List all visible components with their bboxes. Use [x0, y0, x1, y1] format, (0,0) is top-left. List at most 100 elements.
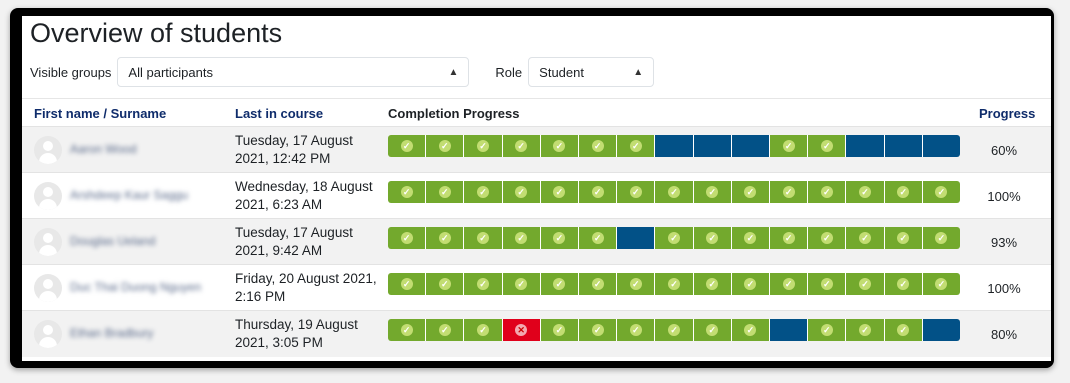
activity-cell-complete[interactable]: ✓ — [617, 273, 656, 295]
visible-groups-select[interactable]: All participants ▲︎ — [117, 57, 470, 87]
activity-cell-complete[interactable]: ✓ — [464, 181, 503, 203]
activity-cell-complete[interactable]: ✓ — [502, 227, 541, 249]
activity-cell-complete[interactable]: ✓ — [770, 135, 809, 157]
activity-cell-complete[interactable]: ✓ — [579, 181, 618, 203]
activity-cell-complete[interactable]: ✓ — [388, 181, 427, 203]
role-select[interactable]: Student ▲︎ — [528, 57, 655, 87]
activity-cell-complete[interactable]: ✓ — [846, 273, 885, 295]
check-icon: ✓ — [400, 278, 413, 290]
activity-cell-complete[interactable]: ✓ — [846, 319, 885, 341]
activity-cell-complete[interactable]: ✓ — [579, 273, 618, 295]
activity-cell-complete[interactable]: ✓ — [464, 319, 503, 341]
activity-cell-complete[interactable]: ✓ — [808, 135, 847, 157]
activity-cell-complete[interactable]: ✓ — [655, 181, 694, 203]
activity-cell-complete[interactable]: ✓ — [426, 181, 465, 203]
activity-cell-complete[interactable]: ✓ — [502, 135, 541, 157]
activity-cell-complete[interactable]: ✓ — [655, 227, 694, 249]
check-icon: ✓ — [935, 278, 948, 290]
activity-cell-complete[interactable]: ✓ — [693, 227, 732, 249]
activity-cell-complete[interactable]: ✓ — [846, 227, 885, 249]
activity-cell-notattempted[interactable] — [617, 227, 656, 249]
student-name-link[interactable]: Aaron Wood — [70, 142, 137, 156]
activity-cell-complete[interactable]: ✓ — [693, 319, 732, 341]
activity-cell-complete[interactable]: ✓ — [846, 181, 885, 203]
activity-cell-complete[interactable]: ✓ — [426, 135, 465, 157]
activity-cell-complete[interactable]: ✓ — [579, 135, 618, 157]
activity-cell-complete[interactable]: ✓ — [617, 319, 656, 341]
activity-cell-complete[interactable]: ✓ — [540, 273, 580, 295]
activity-cell-complete[interactable]: ✓ — [655, 273, 694, 295]
check-icon: ✓ — [744, 278, 757, 290]
activity-cell-complete[interactable]: ✓ — [884, 319, 923, 341]
student-name-link[interactable]: Duc Thai Duong Nguyen — [70, 280, 201, 294]
avatar[interactable] — [34, 228, 62, 256]
activity-cell-notattempted[interactable] — [770, 319, 809, 341]
check-icon: ✓ — [706, 278, 719, 290]
avatar[interactable] — [34, 136, 62, 164]
activity-cell-complete[interactable]: ✓ — [808, 319, 847, 341]
check-icon: ✓ — [744, 232, 757, 244]
activity-cell-complete[interactable]: ✓ — [617, 135, 656, 157]
activity-cell-complete[interactable]: ✓ — [426, 227, 465, 249]
activity-cell-complete[interactable]: ✓ — [579, 319, 618, 341]
student-name-link[interactable]: Arshdeep Kaur Saggu — [70, 188, 188, 202]
activity-cell-complete[interactable]: ✓ — [540, 181, 580, 203]
activity-cell-complete[interactable]: ✓ — [808, 227, 847, 249]
activity-cell-complete[interactable]: ✓ — [884, 227, 923, 249]
activity-cell-complete[interactable]: ✓ — [731, 273, 771, 295]
activity-cell-complete[interactable]: ✓ — [731, 319, 771, 341]
sort-last-course-link[interactable]: Last in course — [235, 106, 323, 121]
activity-cell-notattempted[interactable] — [655, 135, 694, 157]
activity-cell-complete[interactable]: ✓ — [884, 273, 923, 295]
activity-cell-notattempted[interactable] — [693, 135, 732, 157]
activity-cell-complete[interactable]: ✓ — [426, 273, 465, 295]
activity-cell-complete[interactable]: ✓ — [540, 319, 580, 341]
activity-cell-complete[interactable]: ✓ — [922, 227, 960, 249]
activity-cell-complete[interactable]: ✓ — [388, 319, 427, 341]
student-name-link[interactable]: Douglas Ueland — [70, 234, 155, 248]
activity-cell-complete[interactable]: ✓ — [884, 181, 923, 203]
activity-cell-complete[interactable]: ✓ — [464, 135, 503, 157]
check-icon: ✓ — [859, 232, 872, 244]
activity-cell-complete[interactable]: ✓ — [388, 227, 427, 249]
activity-cell-complete[interactable]: ✓ — [693, 181, 732, 203]
avatar[interactable] — [34, 320, 62, 348]
activity-cell-complete[interactable]: ✓ — [502, 181, 541, 203]
check-icon: ✓ — [591, 232, 604, 244]
activity-cell-failed[interactable]: ✕ — [502, 319, 541, 341]
activity-cell-complete[interactable]: ✓ — [540, 227, 580, 249]
activity-cell-complete[interactable]: ✓ — [808, 181, 847, 203]
check-icon: ✓ — [515, 140, 528, 152]
activity-cell-notattempted[interactable] — [884, 135, 923, 157]
activity-cell-complete[interactable]: ✓ — [579, 227, 618, 249]
activity-cell-complete[interactable]: ✓ — [464, 273, 503, 295]
avatar[interactable] — [34, 182, 62, 210]
activity-cell-notattempted[interactable] — [922, 319, 960, 341]
activity-cell-complete[interactable]: ✓ — [922, 181, 960, 203]
activity-cell-complete[interactable]: ✓ — [731, 181, 771, 203]
activity-cell-complete[interactable]: ✓ — [808, 273, 847, 295]
sort-progress-link[interactable]: Progress — [979, 106, 1035, 121]
activity-cell-complete[interactable]: ✓ — [731, 227, 771, 249]
check-icon: ✓ — [744, 186, 757, 198]
activity-cell-complete[interactable]: ✓ — [502, 273, 541, 295]
check-icon: ✓ — [935, 232, 948, 244]
activity-cell-complete[interactable]: ✓ — [464, 227, 503, 249]
activity-cell-notattempted[interactable] — [922, 135, 960, 157]
activity-cell-complete[interactable]: ✓ — [770, 273, 809, 295]
student-name-link[interactable]: Ethan Bradbury — [70, 326, 153, 340]
activity-cell-notattempted[interactable] — [731, 135, 771, 157]
activity-cell-complete[interactable]: ✓ — [770, 227, 809, 249]
activity-cell-complete[interactable]: ✓ — [617, 181, 656, 203]
activity-cell-complete[interactable]: ✓ — [388, 273, 427, 295]
sort-name-link[interactable]: First name / Surname — [34, 106, 166, 121]
activity-cell-notattempted[interactable] — [846, 135, 885, 157]
activity-cell-complete[interactable]: ✓ — [770, 181, 809, 203]
avatar[interactable] — [34, 274, 62, 302]
activity-cell-complete[interactable]: ✓ — [388, 135, 427, 157]
activity-cell-complete[interactable]: ✓ — [693, 273, 732, 295]
activity-cell-complete[interactable]: ✓ — [426, 319, 465, 341]
activity-cell-complete[interactable]: ✓ — [655, 319, 694, 341]
activity-cell-complete[interactable]: ✓ — [540, 135, 580, 157]
activity-cell-complete[interactable]: ✓ — [922, 273, 960, 295]
